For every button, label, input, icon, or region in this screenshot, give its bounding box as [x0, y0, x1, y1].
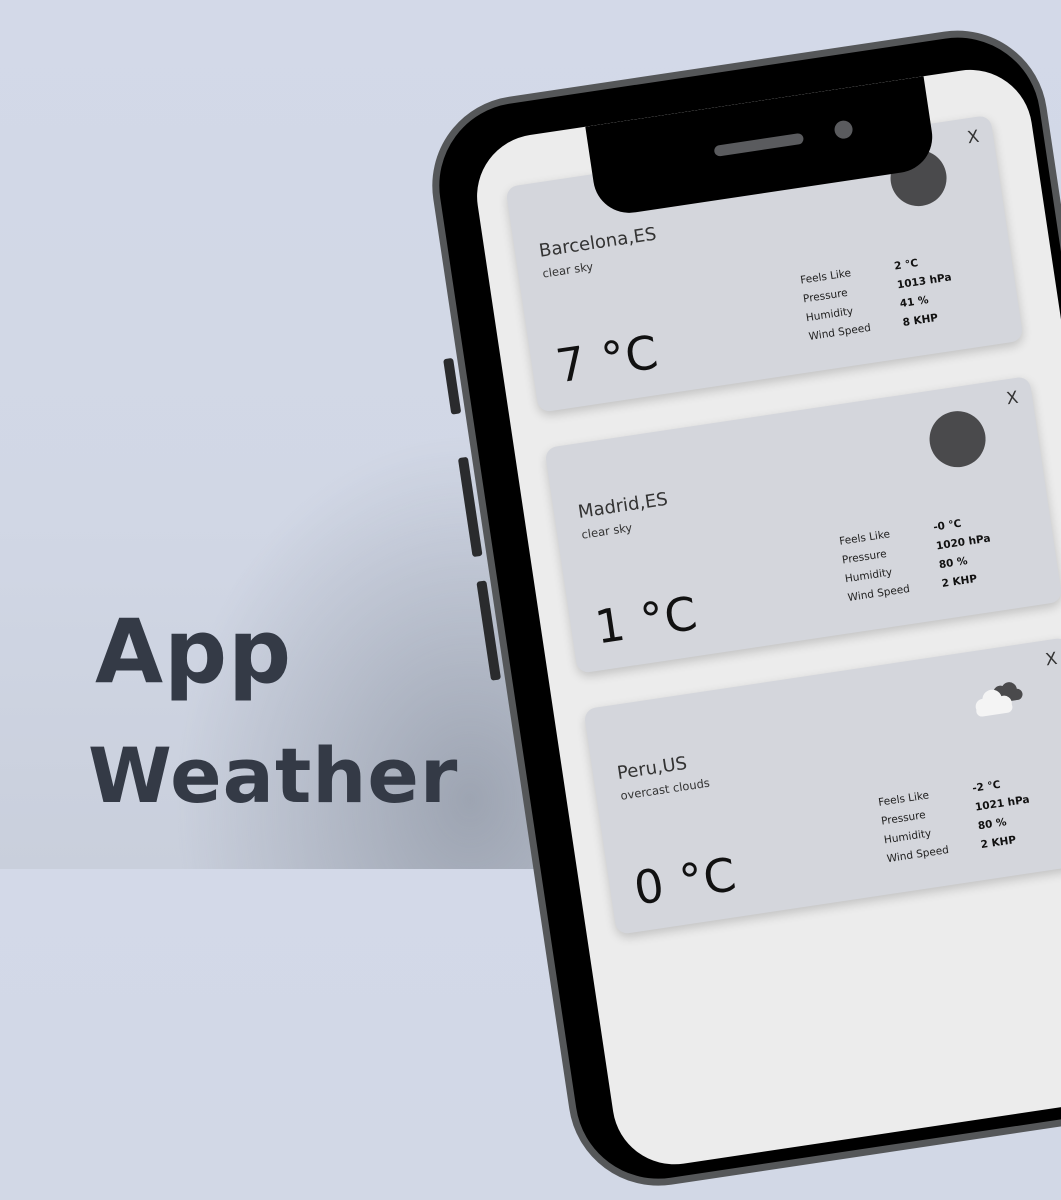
pressure-value: 1021 hPa [974, 793, 1031, 814]
city-name: Barcelona,ES [537, 223, 658, 262]
humidity-value: 80 % [977, 816, 1008, 833]
pressure-value: 1013 hPa [896, 271, 953, 292]
speaker-grille [713, 132, 805, 157]
phone-mockup: X Barcelona,ES clear sky 7 °C Feels Like… [420, 18, 1061, 1198]
weather-card-list: X Barcelona,ES clear sky 7 °C Feels Like… [505, 114, 1061, 971]
phone-screen: X Barcelona,ES clear sky 7 °C Feels Like… [468, 61, 1061, 1173]
close-icon[interactable]: X [1044, 649, 1058, 671]
weather-details: Feels Like -0 °C Pressure 1020 hPa Humid… [839, 514, 997, 604]
humidity-value: 41 % [899, 293, 930, 311]
city-name: Madrid,ES [576, 488, 670, 523]
sun-icon [925, 407, 990, 471]
temperature: 0 °C [630, 846, 741, 916]
phone-frame: X Barcelona,ES clear sky 7 °C Feels Like… [420, 18, 1061, 1198]
weather-details: Feels Like -2 °C Pressure 1021 hPa Humid… [878, 775, 1036, 865]
promo-title-weather: Weather [88, 731, 459, 820]
temperature: 7 °C [552, 324, 663, 394]
humidity-value: 80 % [938, 555, 969, 572]
promo-title-app: App [95, 600, 293, 703]
feels-like-value: 2 °C [893, 257, 919, 273]
weather-card: X Peru,US overcast clouds 0 °C Feels Lik… [583, 637, 1061, 935]
weather-description: clear sky [580, 520, 634, 542]
pressure-value: 1020 hPa [935, 532, 992, 553]
front-camera [833, 119, 854, 140]
wind-speed-value: 2 KHP [940, 572, 978, 591]
wind-speed-value: 8 KHP [901, 311, 939, 329]
wind-speed-value: 2 KHP [979, 833, 1017, 852]
close-icon[interactable]: X [966, 127, 980, 149]
close-icon[interactable]: X [1005, 388, 1019, 410]
weather-details: Feels Like 2 °C Pressure 1013 hPa Humidi… [800, 253, 958, 343]
temperature: 1 °C [591, 585, 702, 655]
feels-like-value: -2 °C [971, 778, 1002, 795]
weather-description: clear sky [541, 259, 595, 281]
clouds-icon [975, 682, 1023, 717]
weather-card: X Madrid,ES clear sky 1 °C Feels Like -0… [544, 375, 1061, 674]
feels-like-value: -0 °C [932, 517, 963, 534]
